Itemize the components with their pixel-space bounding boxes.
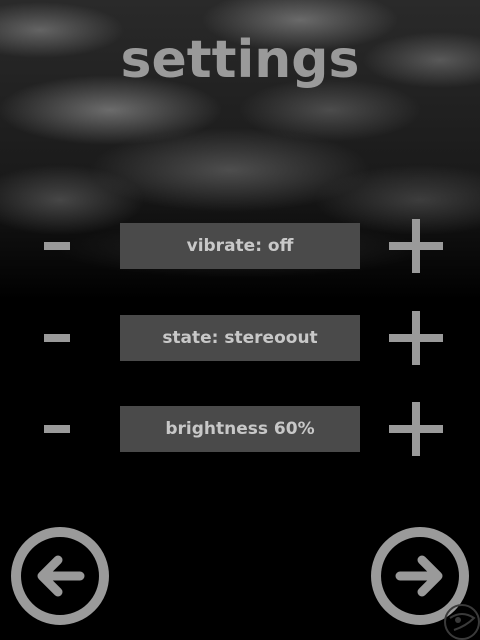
state-setting-field[interactable]: state: stereoout <box>120 315 360 361</box>
decrease-vibrate-button[interactable] <box>44 223 70 269</box>
increase-vibrate-button[interactable] <box>389 219 443 273</box>
brightness-setting-field[interactable]: brightness 60% <box>120 406 360 452</box>
setting-row-state: state: stereoout <box>0 311 480 365</box>
app-logo-icon <box>436 596 480 640</box>
arrow-left-circle-icon <box>11 527 109 625</box>
increase-state-button[interactable] <box>389 311 443 365</box>
decrease-state-button[interactable] <box>44 315 70 361</box>
setting-row-brightness: brightness 60% <box>0 402 480 456</box>
back-button[interactable] <box>10 526 110 626</box>
decrease-brightness-button[interactable] <box>44 406 70 452</box>
vibrate-setting-field[interactable]: vibrate: off <box>120 223 360 269</box>
setting-row-vibrate: vibrate: off <box>0 219 480 273</box>
settings-screen: settings vibrate: off state: stereoout b… <box>0 0 480 640</box>
page-title: settings <box>120 30 360 90</box>
increase-brightness-button[interactable] <box>389 402 443 456</box>
